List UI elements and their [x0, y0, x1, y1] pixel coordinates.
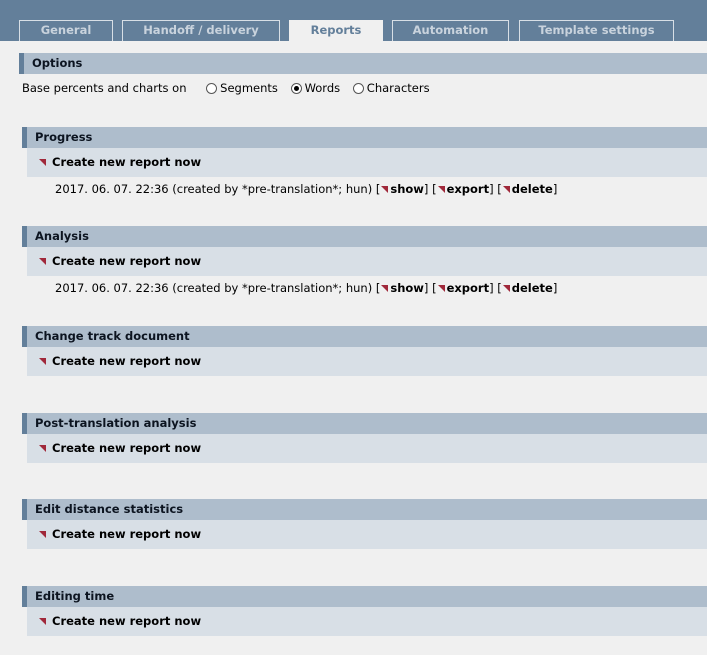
link-marker-icon — [39, 531, 46, 538]
tab-automation[interactable]: Automation — [392, 20, 509, 41]
create-report-link[interactable]: Create new report now — [39, 347, 201, 376]
link-marker-icon — [39, 618, 46, 625]
section-header-analysis: Analysis — [22, 226, 707, 247]
tab-general[interactable]: General — [19, 20, 113, 41]
link-marker-icon — [437, 186, 445, 193]
link-marker-icon — [437, 285, 445, 292]
delete-link[interactable]: delete — [502, 182, 553, 196]
section-header-change-track: Change track document — [22, 326, 707, 347]
report-entry: 2017. 06. 07. 22:36 (created by *pre-tra… — [55, 182, 558, 196]
link-marker-icon — [39, 159, 46, 166]
options-row: Base percents and charts on Segments Wor… — [22, 79, 430, 97]
tab-handoff-delivery[interactable]: Handoff / delivery — [122, 20, 280, 41]
tab-reports[interactable]: Reports — [289, 20, 383, 42]
link-marker-icon — [502, 285, 510, 292]
create-report-link[interactable]: Create new report now — [39, 520, 201, 549]
export-link[interactable]: export — [437, 182, 489, 196]
create-report-link[interactable]: Create new report now — [39, 607, 201, 636]
link-marker-icon — [381, 186, 389, 193]
create-report-link[interactable]: Create new report now — [39, 434, 201, 463]
show-link[interactable]: show — [380, 182, 424, 196]
section-header-post-translation: Post-translation analysis — [22, 413, 707, 434]
delete-link[interactable]: delete — [502, 281, 553, 295]
link-marker-icon — [39, 445, 46, 452]
section-header-editing-time: Editing time — [22, 586, 707, 607]
link-marker-icon — [381, 285, 389, 292]
option-words[interactable]: Words — [290, 79, 340, 97]
option-characters[interactable]: Characters — [352, 79, 430, 97]
create-report-link[interactable]: Create new report now — [39, 148, 201, 177]
section-body-progress: Create new report now — [27, 148, 707, 177]
create-report-link[interactable]: Create new report now — [39, 247, 201, 276]
show-link[interactable]: show — [380, 281, 424, 295]
radio-characters[interactable] — [352, 83, 364, 94]
section-header-edit-distance: Edit distance statistics — [22, 499, 707, 520]
section-body-editing-time: Create new report now — [27, 607, 707, 636]
section-body-change-track: Create new report now — [27, 347, 707, 376]
tab-bar: General Handoff / delivery Reports Autom… — [0, 0, 707, 42]
link-marker-icon — [502, 186, 510, 193]
options-header: Options — [19, 53, 707, 74]
section-header-progress: Progress — [22, 127, 707, 148]
option-segments[interactable]: Segments — [206, 79, 278, 97]
report-entry: 2017. 06. 07. 22:36 (created by *pre-tra… — [55, 281, 558, 295]
section-body-post-translation: Create new report now — [27, 434, 707, 463]
link-marker-icon — [39, 258, 46, 265]
section-body-analysis: Create new report now — [27, 247, 707, 276]
base-label: Base percents and charts on — [22, 81, 187, 95]
export-link[interactable]: export — [437, 281, 489, 295]
tab-template-settings[interactable]: Template settings — [519, 20, 674, 41]
radio-segments[interactable] — [206, 83, 218, 94]
link-marker-icon — [39, 358, 46, 365]
section-body-edit-distance: Create new report now — [27, 520, 707, 549]
radio-words[interactable] — [290, 83, 302, 94]
